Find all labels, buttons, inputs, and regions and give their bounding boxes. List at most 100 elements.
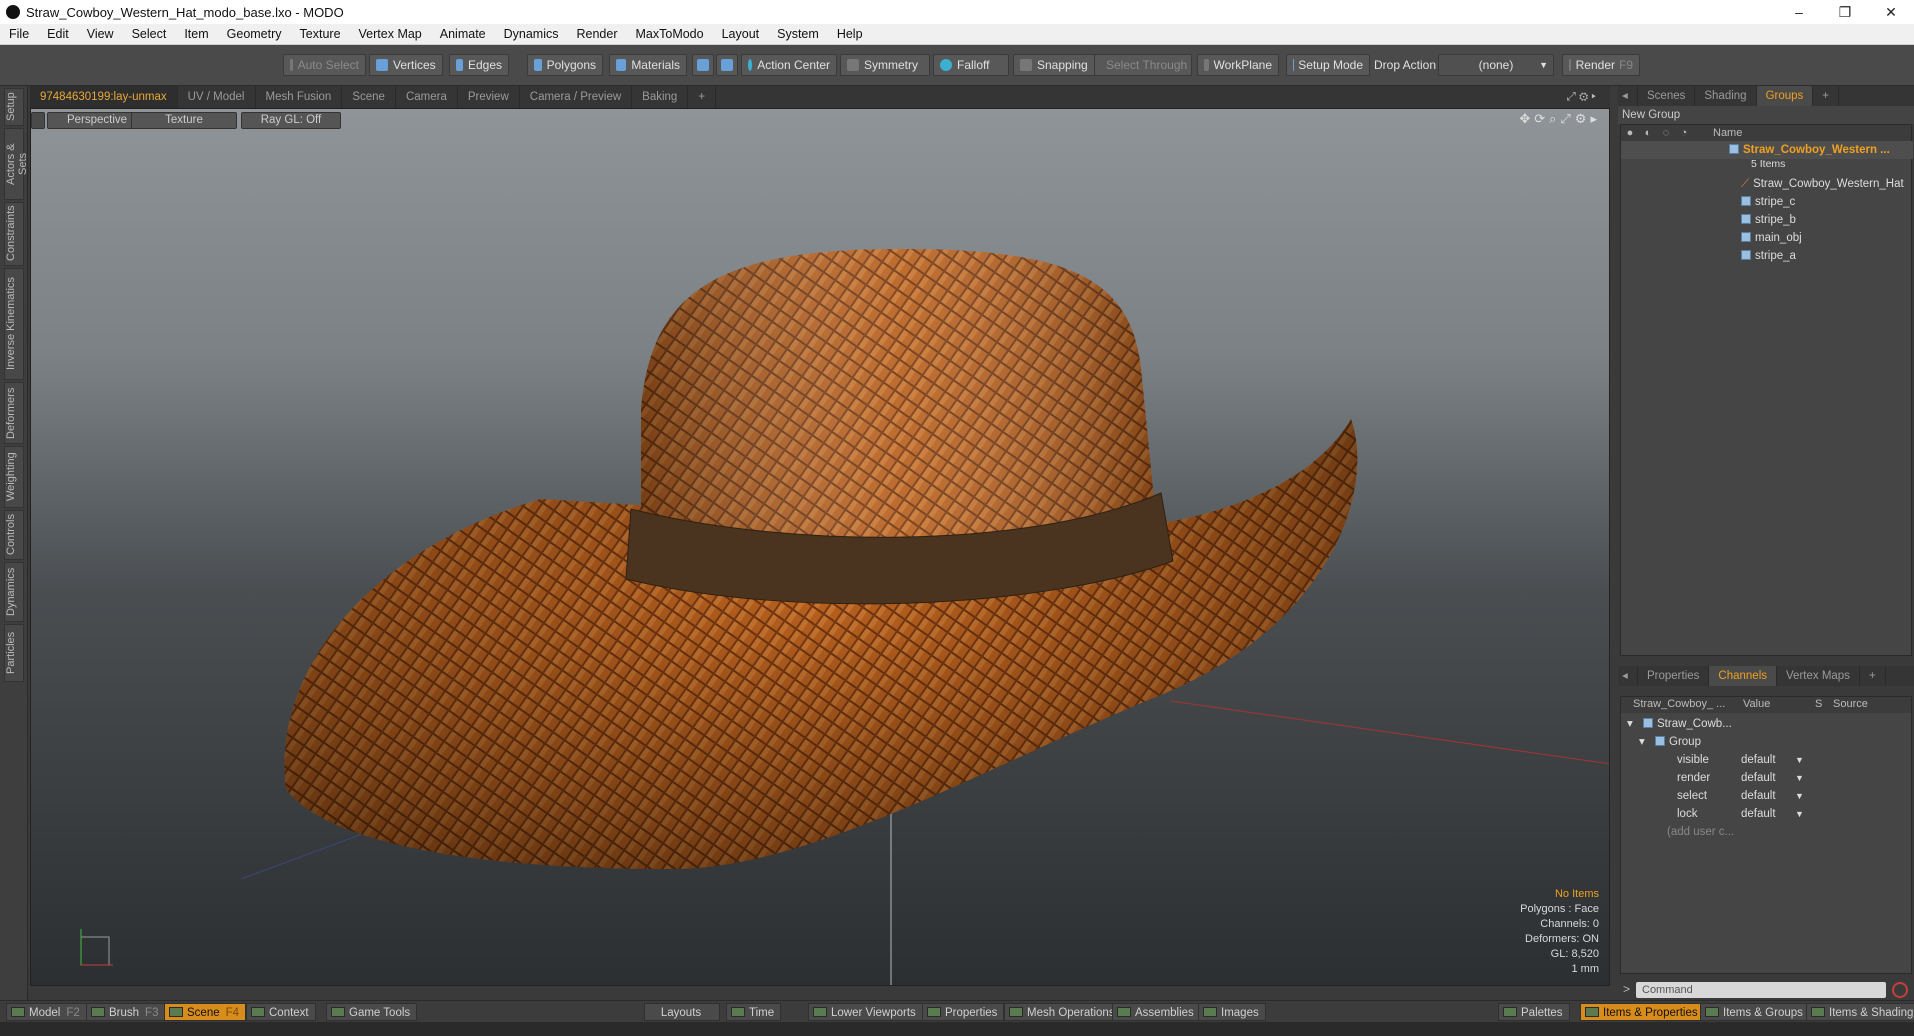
chevron-down-icon[interactable]: ▼ [1795,751,1804,769]
tab-particles[interactable]: Particles [4,624,24,682]
polygons-button[interactable]: Polygons [527,54,603,76]
tab-dynamics[interactable]: Dynamics [4,562,24,622]
channel-value[interactable]: default [1741,751,1776,769]
mesh-operations-button[interactable]: Mesh Operations [1004,1003,1122,1021]
table-row[interactable]: select default ▼ [1621,787,1913,805]
menu-layout[interactable]: Layout [713,27,769,41]
menu-maxtomodo[interactable]: MaxToModo [627,27,713,41]
menu-render[interactable]: Render [568,27,627,41]
select-mode-alt-button[interactable] [716,54,738,76]
images-button[interactable]: Images [1198,1003,1266,1021]
drop-action-select[interactable]: (none) ▼ [1438,54,1554,76]
symmetry-button[interactable]: Symmetry [840,54,930,76]
tab-baking[interactable]: Baking [632,86,689,108]
list-item[interactable]: stripe_c [1621,193,1913,211]
tab-inverse-kinematics[interactable]: Inverse Kinematics [4,268,24,380]
menu-view[interactable]: View [78,27,123,41]
tab-constraints[interactable]: Constraints [4,202,24,266]
menu-select[interactable]: Select [123,27,176,41]
context-layout-button[interactable]: Context [246,1003,316,1021]
items-shading-button[interactable]: Items & Shading [1806,1003,1914,1021]
record-icon[interactable] [1892,982,1908,998]
assemblies-button[interactable]: Assemblies [1112,1003,1201,1021]
select-through-button[interactable]: Select Through [1094,54,1192,76]
table-row[interactable]: visible default ▼ [1621,751,1913,769]
game-tools-layout-button[interactable]: Game Tools [326,1003,418,1021]
menu-help[interactable]: Help [828,27,872,41]
items-groups-button[interactable]: Items & Groups [1700,1003,1810,1021]
close-button[interactable]: ✕ [1868,4,1914,21]
lower-viewports-button[interactable]: Lower Viewports [808,1003,923,1021]
tab-scenes[interactable]: Scenes [1638,86,1696,106]
menu-texture[interactable]: Texture [291,27,350,41]
menu-file[interactable]: File [0,27,38,41]
tab-weighting[interactable]: Weighting [4,446,24,508]
select-toggle-icon[interactable]: ◔ [1675,127,1693,139]
chevron-down-icon[interactable]: ▼ [1795,787,1804,805]
channel-group-row[interactable]: ▾ Group [1621,733,1913,751]
items-properties-button[interactable]: Items & Properties [1580,1003,1705,1021]
panel-menu-icon[interactable]: ◂ [1618,666,1638,686]
command-input[interactable]: Command [1636,982,1886,998]
menu-dynamics[interactable]: Dynamics [495,27,568,41]
setup-mode-button[interactable]: Setup Mode [1286,54,1370,76]
channel-value[interactable]: default [1741,805,1776,823]
viewport-options-icon[interactable]: ⤢ ⚙ ▸ [1557,86,1606,108]
tab-camera-preview[interactable]: Camera / Preview [520,86,633,108]
restore-button[interactable]: ❐ [1822,4,1868,21]
tab-controls[interactable]: Controls [4,510,24,560]
tab-camera[interactable]: Camera [396,86,458,108]
render-button[interactable]: Render F9 [1562,54,1640,76]
layouts-button[interactable]: Layouts [644,1003,720,1021]
tab-properties[interactable]: Properties [1638,666,1710,686]
menu-vertex-map[interactable]: Vertex Map [350,27,431,41]
table-row[interactable]: render default ▼ [1621,769,1913,787]
model-layout-button[interactable]: Model F2 [6,1003,87,1021]
channel-value[interactable]: default [1741,769,1776,787]
3d-viewport[interactable]: Perspective Texture Ray GL: Off ✥⟳⌕⤢⚙▸ N… [30,108,1610,986]
snapping-button[interactable]: Snapping [1013,54,1100,76]
tab-scene[interactable]: Scene [342,86,396,108]
workplane-button[interactable]: WorkPlane [1197,54,1279,76]
panel-menu-icon[interactable]: ◂ [1618,86,1638,106]
tab-vertex-maps[interactable]: Vertex Maps [1777,666,1860,686]
eye-icon[interactable]: ● [1621,127,1639,139]
tab-add-panel[interactable]: + [1813,86,1840,106]
expand-icon[interactable]: ▾ [1627,715,1633,733]
select-mode-button[interactable] [692,54,714,76]
minimize-button[interactable]: – [1776,4,1822,21]
tab-deformers[interactable]: Deformers [4,382,24,444]
channel-value[interactable]: default [1741,787,1776,805]
list-item[interactable]: stripe_b [1621,211,1913,229]
vertices-button[interactable]: Vertices [369,54,443,76]
tab-add[interactable]: + [688,86,717,108]
tab-add-panel[interactable]: + [1860,666,1886,686]
palettes-button[interactable]: Palettes [1498,1003,1570,1021]
tab-layout-unmax[interactable]: 97484630199:lay-unmax [30,86,178,108]
list-item[interactable]: ⟋ Straw_Cowboy_Western_Hat [1621,175,1913,193]
properties-button[interactable]: Properties [922,1003,1005,1021]
add-user-channel-row[interactable]: (add user c... [1621,823,1913,841]
tab-mesh-fusion[interactable]: Mesh Fusion [256,86,343,108]
table-row[interactable]: lock default ▼ [1621,805,1913,823]
tab-groups[interactable]: Groups [1756,86,1814,106]
tab-shading[interactable]: Shading [1695,86,1757,106]
menu-item[interactable]: Item [175,27,217,41]
materials-button[interactable]: Materials [609,54,687,76]
time-button[interactable]: Time [726,1003,782,1021]
list-item[interactable]: main_obj [1621,229,1913,247]
menu-geometry[interactable]: Geometry [218,27,291,41]
menu-animate[interactable]: Animate [431,27,495,41]
tab-preview[interactable]: Preview [458,86,520,108]
new-group-button[interactable]: New Group [1618,106,1914,124]
menu-edit[interactable]: Edit [38,27,78,41]
falloff-button[interactable]: Falloff [933,54,1009,76]
brush-layout-button[interactable]: Brush F3 [86,1003,166,1021]
channel-root-row[interactable]: ▾ Straw_Cowb... [1621,715,1913,733]
chevron-down-icon[interactable]: ▼ [1795,769,1804,787]
render-toggle-icon[interactable]: ◐ [1639,127,1657,139]
lock-icon[interactable]: ◌ [1657,127,1675,139]
action-center-button[interactable]: Action Center [741,54,837,76]
tab-channels[interactable]: Channels [1709,666,1778,686]
auto-select-button[interactable]: Auto Select [283,54,366,76]
